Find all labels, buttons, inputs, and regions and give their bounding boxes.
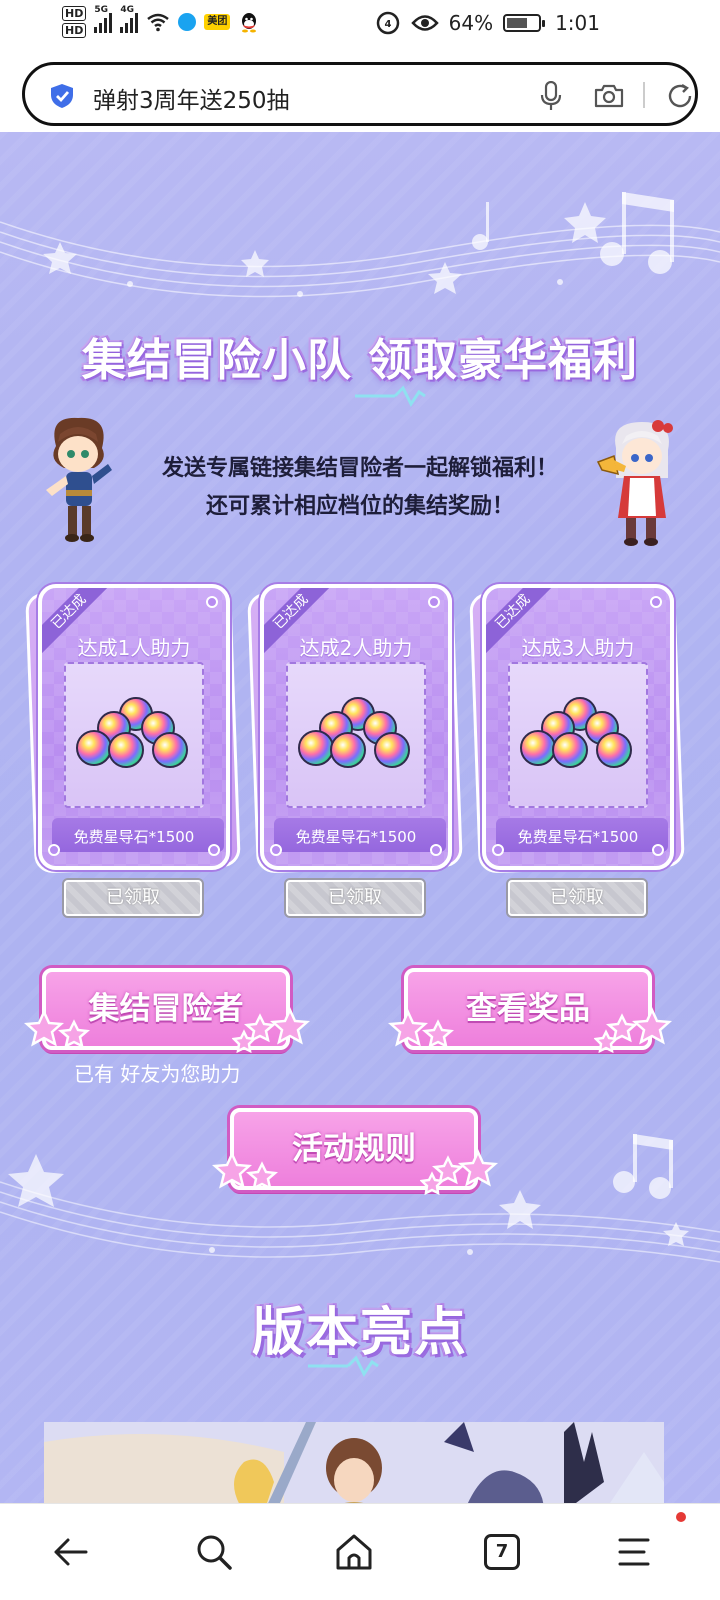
- home-icon[interactable]: [334, 1532, 374, 1572]
- headline-underline: [355, 385, 625, 407]
- card-title: 达成2人助力: [299, 636, 413, 660]
- signal-5g-icon: 5G: [94, 5, 113, 33]
- card-prize-label: 免费星导石*1500: [73, 828, 195, 846]
- prize-image: [64, 662, 204, 808]
- music-staff-decoration: [0, 192, 720, 298]
- rainbow-gems-icon: [298, 697, 410, 768]
- search-input[interactable]: 弹射3周年送250抽: [93, 81, 290, 115]
- chibi-boy-illustration: [46, 417, 112, 542]
- signal-4g-icon: 4G: [120, 5, 139, 33]
- prize-image: [286, 662, 426, 808]
- hd-badge: HD: [62, 6, 87, 21]
- clock: 1:01: [555, 11, 600, 35]
- address-bar-area: 弹射3周年送250抽: [0, 50, 720, 132]
- status-bar: HD HD 5G 4G 美团 4 64% 1:01: [0, 0, 720, 50]
- card-prize-label: 免费星导石*1500: [517, 828, 639, 846]
- back-arrow-icon[interactable]: [50, 1532, 90, 1572]
- intro-text: 发送专属链接集结冒险者一起解锁福利！ 还可累计相应档位的集结奖励！: [161, 456, 558, 519]
- card-title: 达成3人助力: [521, 636, 635, 660]
- refresh-icon[interactable]: [665, 81, 695, 111]
- eye-comfort-icon: [410, 15, 439, 31]
- svg-text:4: 4: [384, 19, 391, 30]
- app-notification-icon: [178, 13, 197, 31]
- menu-icon[interactable]: [614, 1532, 654, 1572]
- data-saver-icon: 4: [376, 11, 399, 35]
- tabs-count-button[interactable]: 7: [484, 1534, 520, 1570]
- wifi-icon: [147, 13, 170, 32]
- shield-icon: [51, 84, 73, 108]
- claimed-button[interactable]: 已领取: [508, 880, 646, 916]
- prize-image: [508, 662, 648, 808]
- rainbow-gems-icon: [76, 697, 188, 768]
- battery-icon: [503, 14, 546, 32]
- helpers-count-text: 已有 好友为您助力: [74, 1062, 241, 1086]
- claimed-button[interactable]: 已领取: [64, 880, 202, 916]
- reward-card: 已达成 达成1人助力 免费星导石*1500 已领取: [25, 584, 241, 916]
- camera-icon[interactable]: [593, 83, 625, 109]
- search-bar[interactable]: 弹射3周年送250抽: [22, 62, 698, 126]
- character-artwork: [44, 1422, 664, 1504]
- qq-icon: [242, 13, 257, 33]
- hd-badge: HD: [62, 23, 87, 38]
- page-headline: 集结冒险小队 领取豪华福利: [81, 335, 639, 386]
- stars-decoration: [594, 1006, 673, 1054]
- version-highlight-banner[interactable]: [44, 1422, 664, 1504]
- stars-decoration: [232, 1006, 311, 1054]
- browser-nav-bar: 7: [0, 1504, 720, 1600]
- divider: [643, 82, 645, 108]
- web-page: 集结冒险小队 领取豪华福利 发送专属链接集结冒险者一起解锁福利！ 还可累计相应档…: [0, 132, 720, 1504]
- card-prize-label: 免费星导石*1500: [295, 828, 417, 846]
- battery-percent: 64%: [448, 11, 494, 35]
- rainbow-gems-icon: [520, 697, 632, 768]
- chibi-girl-megaphone-illustration: [596, 420, 673, 546]
- reward-cards: 已达成 达成1人助力 免费星导石*1500 已领取 已达成 达成2人助力 免费星…: [25, 584, 690, 916]
- claimed-button[interactable]: 已领取: [286, 880, 424, 916]
- stars-decoration: [388, 1008, 454, 1049]
- card-title: 达成1人助力: [77, 636, 191, 660]
- section-underline: [308, 1355, 578, 1377]
- reward-card: 已达成 达成2人助力 免费星导石*1500 已领取: [247, 584, 463, 916]
- music-staff-decoration: [0, 1134, 720, 1263]
- stars-decoration: [24, 1008, 90, 1049]
- notification-dot: [676, 1512, 686, 1522]
- search-icon[interactable]: [194, 1532, 234, 1572]
- meituan-icon: 美团: [204, 14, 231, 30]
- reward-card: 已达成 达成3人助力 免费星导石*1500 已领取: [469, 584, 685, 916]
- microphone-icon[interactable]: [539, 81, 563, 111]
